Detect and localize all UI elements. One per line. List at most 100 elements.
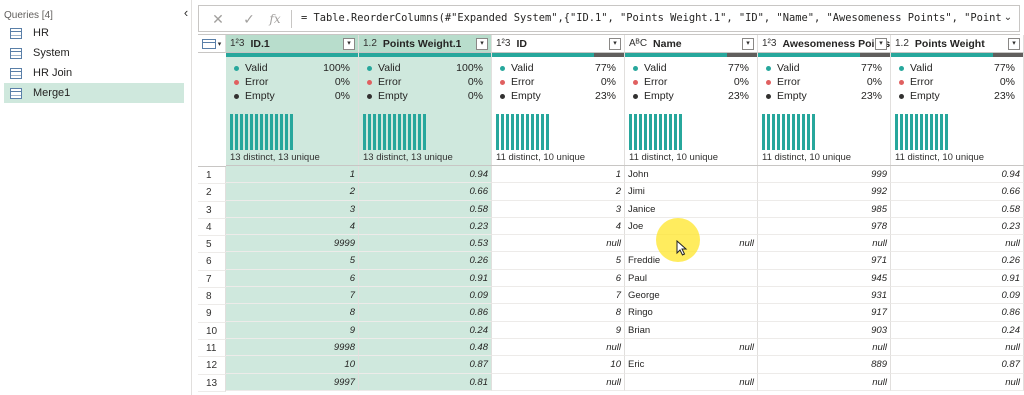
table-cell[interactable]: 985 <box>758 200 891 218</box>
distribution-bar[interactable] <box>546 114 549 150</box>
table-menu-button[interactable]: ▾ <box>198 35 226 53</box>
distribution-bar[interactable] <box>413 114 416 150</box>
table-cell[interactable]: 0.91 <box>891 269 1024 288</box>
table-cell[interactable]: null <box>758 235 891 253</box>
table-cell[interactable]: 1 <box>492 166 625 184</box>
table-cell[interactable]: Jimi <box>625 183 758 201</box>
row-number[interactable]: 2 <box>198 184 226 202</box>
filter-dropdown-icon[interactable]: ▾ <box>343 38 355 50</box>
distribution-bar[interactable] <box>250 114 253 150</box>
distribution-bar[interactable] <box>930 114 933 150</box>
row-number[interactable]: 3 <box>198 201 226 219</box>
distribution-bar[interactable] <box>679 114 682 150</box>
table-cell[interactable]: 0.86 <box>891 304 1024 322</box>
distribution-bar[interactable] <box>516 114 519 150</box>
column-header[interactable]: AᴮC Name ▾ <box>625 35 758 53</box>
table-cell[interactable]: 2 <box>226 183 359 201</box>
distribution-bar[interactable] <box>915 114 918 150</box>
table-cell[interactable]: 0.66 <box>891 183 1024 201</box>
distribution-bar[interactable] <box>639 114 642 150</box>
table-cell[interactable]: 4 <box>226 217 359 236</box>
data-type-icon[interactable]: 1.2 <box>363 38 377 49</box>
distribution-bar[interactable] <box>900 114 903 150</box>
table-cell[interactable]: null <box>492 235 625 253</box>
table-cell[interactable]: null <box>492 338 625 357</box>
distribution-bar[interactable] <box>418 114 421 150</box>
distribution-bar[interactable] <box>285 114 288 150</box>
distribution-bar[interactable] <box>240 114 243 150</box>
table-cell[interactable]: 0.94 <box>359 166 492 184</box>
table-cell[interactable]: 8 <box>492 304 625 322</box>
table-cell[interactable]: 917 <box>758 304 891 322</box>
table-cell[interactable]: John <box>625 166 758 184</box>
table-cell[interactable]: 0.86 <box>359 304 492 322</box>
distribution-bar[interactable] <box>496 114 499 150</box>
distribution-bar[interactable] <box>664 114 667 150</box>
table-cell[interactable]: 0.24 <box>359 321 492 339</box>
distribution-bar[interactable] <box>644 114 647 150</box>
distribution-bar[interactable] <box>777 114 780 150</box>
table-cell[interactable]: 0.53 <box>359 235 492 253</box>
distribution-bar[interactable] <box>536 114 539 150</box>
table-cell[interactable]: 5 <box>226 252 359 270</box>
row-number[interactable]: 5 <box>198 236 226 254</box>
row-number[interactable]: 11 <box>198 339 226 358</box>
distribution-bar[interactable] <box>280 114 283 150</box>
distribution-bar[interactable] <box>812 114 815 150</box>
table-cell[interactable]: 0.58 <box>891 200 1024 218</box>
distribution-bar[interactable] <box>920 114 923 150</box>
filter-dropdown-icon[interactable]: ▾ <box>1008 38 1020 50</box>
distribution-bar[interactable] <box>634 114 637 150</box>
table-cell[interactable]: 992 <box>758 183 891 201</box>
filter-dropdown-icon[interactable]: ▾ <box>609 38 621 50</box>
distribution-bar[interactable] <box>797 114 800 150</box>
distribution-bar[interactable] <box>905 114 908 150</box>
table-cell[interactable]: 7 <box>226 287 359 305</box>
table-cell[interactable]: 0.23 <box>359 217 492 236</box>
distribution-bar[interactable] <box>235 114 238 150</box>
row-number[interactable]: 12 <box>198 357 226 375</box>
distribution-bar[interactable] <box>501 114 504 150</box>
table-cell[interactable]: 5 <box>492 252 625 270</box>
table-cell[interactable]: null <box>625 373 758 391</box>
distribution-bar[interactable] <box>649 114 652 150</box>
distribution-bar[interactable] <box>403 114 406 150</box>
data-type-icon[interactable]: 1.2 <box>895 38 909 49</box>
table-cell[interactable]: 0.09 <box>891 287 1024 305</box>
row-number[interactable]: 7 <box>198 270 226 289</box>
distribution-bar[interactable] <box>378 114 381 150</box>
filter-dropdown-icon[interactable]: ▾ <box>476 38 488 50</box>
table-cell[interactable]: null <box>758 338 891 357</box>
table-cell[interactable]: 3 <box>492 200 625 218</box>
data-type-icon[interactable]: 1²3 <box>496 38 510 49</box>
distribution-bar[interactable] <box>265 114 268 150</box>
table-cell[interactable]: null <box>891 235 1024 253</box>
distribution-bar[interactable] <box>802 114 805 150</box>
distribution-bar[interactable] <box>669 114 672 150</box>
table-cell[interactable]: George <box>625 287 758 305</box>
table-cell[interactable]: null <box>891 338 1024 357</box>
table-cell[interactable]: 0.91 <box>359 269 492 288</box>
query-item[interactable]: HR <box>4 23 184 43</box>
distribution-bar[interactable] <box>526 114 529 150</box>
row-number[interactable]: 13 <box>198 374 226 392</box>
distribution-bar[interactable] <box>925 114 928 150</box>
distribution-bar[interactable] <box>940 114 943 150</box>
table-cell[interactable]: 0.09 <box>359 287 492 305</box>
table-cell[interactable]: 2 <box>492 183 625 201</box>
distribution-bar[interactable] <box>423 114 426 150</box>
distribution-bar[interactable] <box>373 114 376 150</box>
distribution-bar[interactable] <box>910 114 913 150</box>
table-cell[interactable]: 0.87 <box>359 356 492 374</box>
distribution-bar[interactable] <box>895 114 898 150</box>
distribution-bar[interactable] <box>792 114 795 150</box>
table-cell[interactable]: 9999 <box>226 235 359 253</box>
distribution-bar[interactable] <box>511 114 514 150</box>
table-cell[interactable]: 10 <box>226 356 359 374</box>
table-cell[interactable]: Eric <box>625 356 758 374</box>
close-icon[interactable]: ✕ <box>208 9 228 29</box>
table-cell[interactable]: 9998 <box>226 338 359 357</box>
fx-button[interactable]: fx <box>265 9 285 29</box>
column-header[interactable]: 1.2 Points Weight ▾ <box>891 35 1024 53</box>
column-header[interactable]: 1²3 Awesomeness Points ▾ <box>758 35 891 53</box>
